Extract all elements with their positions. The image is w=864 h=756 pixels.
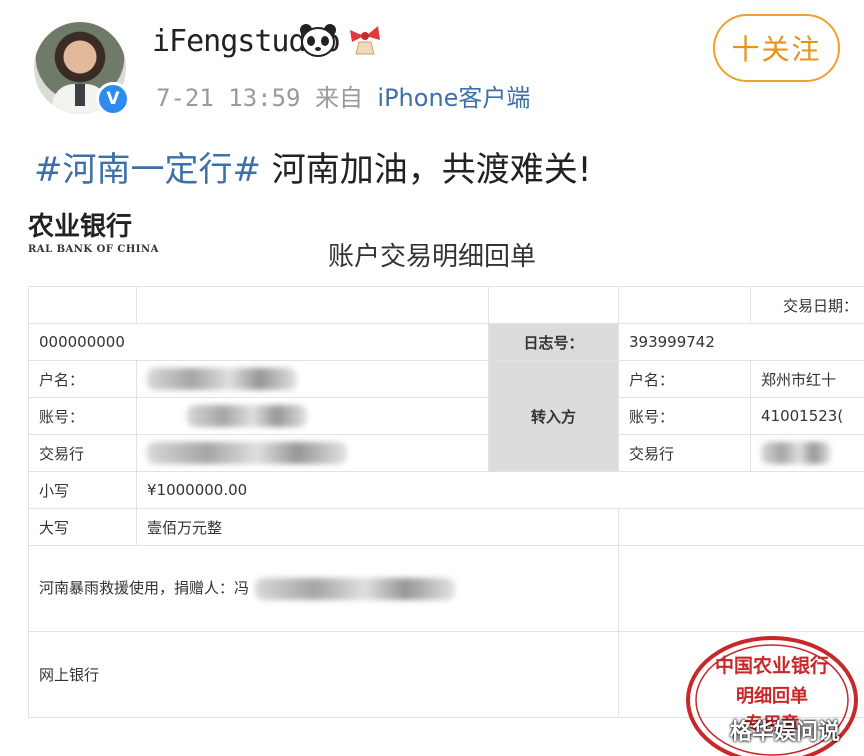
- payee-account-value: 41001523(: [750, 397, 864, 435]
- cell: [488, 286, 619, 324]
- redacted-cell: [136, 434, 489, 472]
- source-prefix: 来自: [314, 84, 363, 112]
- memo-text: 河南暴雨救援使用，捐赠人：冯: [39, 579, 250, 598]
- table-row: 小写 ¥1000000.00: [28, 471, 864, 509]
- table-row: 交易日期：: [28, 286, 864, 324]
- bank-logo-text: 农业银行: [28, 212, 133, 242]
- payee-name-label: 户名：: [618, 360, 751, 398]
- follow-button[interactable]: 十关注: [713, 14, 840, 82]
- table-row: 户名： 转入方 户名： 郑州市红十: [28, 360, 864, 472]
- cell: [618, 508, 864, 546]
- ribbon-bell-icon: [350, 26, 380, 55]
- table-row: 河南暴雨救援使用，捐赠人：冯: [28, 545, 864, 632]
- redacted-cell: [136, 397, 489, 435]
- cell: [618, 545, 864, 632]
- hashtag-link[interactable]: #河南一定行#: [34, 150, 261, 190]
- receipt-image[interactable]: 农业银行 RAL BANK OF CHINA 账户交易明细回单 交易日期： 00…: [28, 206, 864, 756]
- txn-date-label: 交易日期：: [750, 286, 864, 324]
- log-no-label: 日志号：: [488, 323, 619, 361]
- receipt-title: 账户交易明细回单: [328, 242, 537, 272]
- amount-small-label: 小写: [28, 471, 137, 509]
- redacted-blur: [761, 442, 831, 464]
- payer-name-label: 户名：: [28, 360, 137, 398]
- watermark: 格华娱问说: [730, 720, 841, 745]
- amount-small-value: ¥1000000.00: [136, 471, 864, 509]
- payee-label: 转入方: [488, 360, 619, 472]
- cell: [28, 286, 137, 324]
- post-body: 河南加油，共渡难关!: [260, 150, 592, 190]
- log-no-value: 393999742: [618, 323, 864, 361]
- memo-cell: 河南暴雨救援使用，捐赠人：冯: [28, 545, 619, 632]
- amount-big-label: 大写: [28, 508, 137, 546]
- redacted-cell: [750, 434, 864, 472]
- payee-account-label: 账号：: [618, 397, 751, 435]
- redacted-blur: [147, 442, 347, 464]
- payee-bank-label: 交易行: [618, 434, 751, 472]
- avatar-tie: [75, 84, 85, 106]
- post-meta: 7-21 13:59 来自 iPhone客户端: [156, 78, 530, 113]
- payer-account-label: 账号：: [28, 397, 137, 435]
- source-link[interactable]: iPhone客户端: [377, 84, 530, 112]
- seal-line-1: 中国农业银行: [715, 654, 829, 677]
- cell: [136, 286, 489, 324]
- redacted-cell: [136, 360, 489, 398]
- amount-big-value: 壹佰万元整: [136, 508, 619, 546]
- table-row: 大写 壹佰万元整: [28, 508, 864, 546]
- redacted-blur: [187, 405, 307, 427]
- post-text: #河南一定行# 河南加油，共渡难关!: [34, 142, 591, 191]
- redacted-blur: [255, 577, 456, 600]
- redacted-blur: [147, 368, 297, 390]
- bank-english-name: RAL BANK OF CHINA: [28, 244, 159, 255]
- payer-bank-label: 交易行: [28, 434, 137, 472]
- verified-badge-icon: V: [96, 82, 130, 116]
- account-row-value: 000000000: [28, 323, 489, 361]
- channel-value: 网上银行: [28, 631, 619, 718]
- table-row: 账号： 账号： 41001523(: [28, 397, 864, 435]
- table-row: 交易行 交易行: [28, 434, 864, 472]
- payee-name-value: 郑州市红十: [750, 360, 864, 398]
- post-time: 7-21 13:59: [156, 84, 301, 112]
- panda-icon: [300, 24, 336, 57]
- seal-line-2: 明细回单: [736, 685, 808, 707]
- cell: [618, 286, 751, 324]
- table-row: 000000000 日志号： 393999742: [28, 323, 864, 361]
